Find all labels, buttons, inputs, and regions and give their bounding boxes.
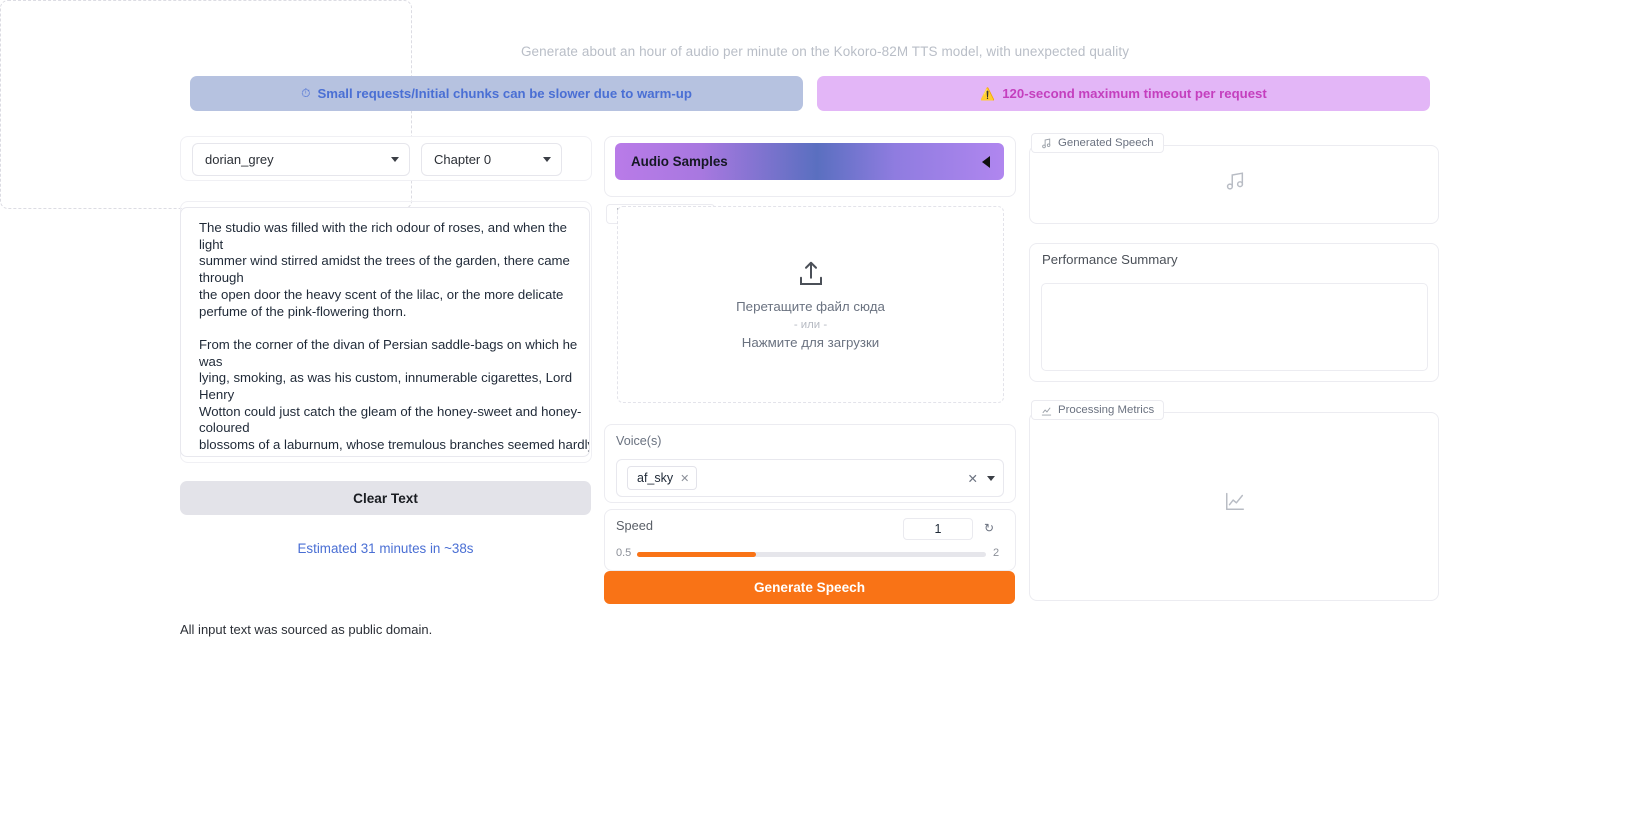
speed-slider[interactable] xyxy=(637,552,986,557)
dropzone-secondary-text: Нажмите для загрузки xyxy=(742,335,879,350)
close-icon[interactable]: ✕ xyxy=(680,472,689,485)
music-note-icon xyxy=(1224,170,1246,192)
text-line: summer wind stirred amidst the trees of … xyxy=(199,253,575,270)
chevron-down-icon[interactable] xyxy=(987,476,995,481)
banner-timeout: ⚠️ 120-second maximum timeout per reques… xyxy=(817,76,1430,111)
chapter-select-value: Chapter 0 xyxy=(434,152,543,167)
footer-note: All input text was sourced as public dom… xyxy=(180,622,432,637)
clear-all-voices-icon[interactable]: ✕ xyxy=(968,471,978,486)
reset-icon[interactable]: ↻ xyxy=(984,521,994,535)
text-line xyxy=(199,320,575,337)
voice-label: Voice(s) xyxy=(616,434,662,448)
text-line: through xyxy=(199,270,575,287)
speed-label: Speed xyxy=(616,518,653,533)
text-line: the open door the heavy scent of the lil… xyxy=(199,287,575,304)
speed-slider-fill xyxy=(637,552,756,557)
generate-speech-button[interactable]: Generate Speech xyxy=(604,571,1015,604)
text-line: Henry xyxy=(199,387,575,404)
triangle-left-icon[interactable] xyxy=(982,156,990,168)
book-select-value: dorian_grey xyxy=(205,152,391,167)
speed-value-input[interactable]: 1 xyxy=(903,518,973,540)
book-select[interactable]: dorian_grey xyxy=(192,143,410,176)
estimate-label: Estimated 31 minutes in ~38s xyxy=(180,541,591,556)
text-line: lying, smoking, as was his custom, innum… xyxy=(199,370,575,387)
warning-icon: ⚠️ xyxy=(980,87,995,101)
banner-timeout-text: 120-second maximum timeout per request xyxy=(1002,86,1267,101)
processing-metrics-chip-text: Processing Metrics xyxy=(1058,404,1154,416)
text-line: able to xyxy=(199,454,575,457)
file-dropzone[interactable]: Перетащите файл сюда - или - Нажмите для… xyxy=(617,206,1004,403)
banner-warmup: ⏱ Small requests/Initial chunks can be s… xyxy=(190,76,803,111)
text-line: perfume of the pink-flowering thorn. xyxy=(199,304,575,321)
chevron-down-icon xyxy=(391,157,399,162)
text-input-content: The studio was filled with the rich odou… xyxy=(199,220,575,457)
voice-chip-label: af_sky xyxy=(637,471,673,485)
processing-metrics-chip: Processing Metrics xyxy=(1031,400,1164,420)
performance-summary-content[interactable] xyxy=(1041,283,1428,371)
audio-samples-title: Audio Samples xyxy=(631,154,982,169)
stopwatch-icon: ⏱ xyxy=(301,86,310,101)
generated-speech-chip: Generated Speech xyxy=(1031,133,1164,153)
text-line: The studio was filled with the rich odou… xyxy=(199,220,575,237)
dropzone-primary-text: Перетащите файл сюда xyxy=(736,299,885,314)
speed-max-label: 2 xyxy=(993,547,999,559)
banner-row: ⏱ Small requests/Initial chunks can be s… xyxy=(190,76,1430,111)
text-input-area[interactable]: The studio was filled with the rich odou… xyxy=(180,207,590,457)
page-subtitle: Generate about an hour of audio per minu… xyxy=(0,44,1650,59)
chart-icon xyxy=(1041,405,1052,416)
chart-icon xyxy=(1224,490,1246,512)
audio-samples-accordion[interactable]: Audio Samples xyxy=(615,143,1004,180)
performance-summary-title: Performance Summary xyxy=(1042,252,1178,267)
chevron-down-icon xyxy=(543,157,551,162)
speed-min-label: 0.5 xyxy=(616,547,631,559)
text-line: light xyxy=(199,237,575,254)
app-root: Generate about an hour of audio per minu… xyxy=(0,0,1650,825)
text-line: was xyxy=(199,354,575,371)
text-line: Wotton could just catch the gleam of the… xyxy=(199,404,575,421)
selectors-panel: dorian_grey Chapter 0 xyxy=(180,136,592,181)
voice-chip-af-sky[interactable]: af_sky ✕ xyxy=(627,466,697,490)
text-line: blossoms of a laburnum, whose tremulous … xyxy=(199,437,575,454)
dropzone-or-text: - или - xyxy=(794,319,827,331)
clear-text-button[interactable]: Clear Text xyxy=(180,481,591,515)
chapter-select[interactable]: Chapter 0 xyxy=(421,143,562,176)
banner-warmup-text: Small requests/Initial chunks can be slo… xyxy=(317,86,691,101)
upload-icon xyxy=(796,259,826,289)
text-line: coloured xyxy=(199,420,575,437)
generated-speech-chip-text: Generated Speech xyxy=(1058,137,1154,149)
text-line: From the corner of the divan of Persian … xyxy=(199,337,575,354)
voice-multiselect[interactable]: af_sky ✕ ✕ xyxy=(616,459,1004,497)
music-note-icon xyxy=(1041,138,1052,149)
